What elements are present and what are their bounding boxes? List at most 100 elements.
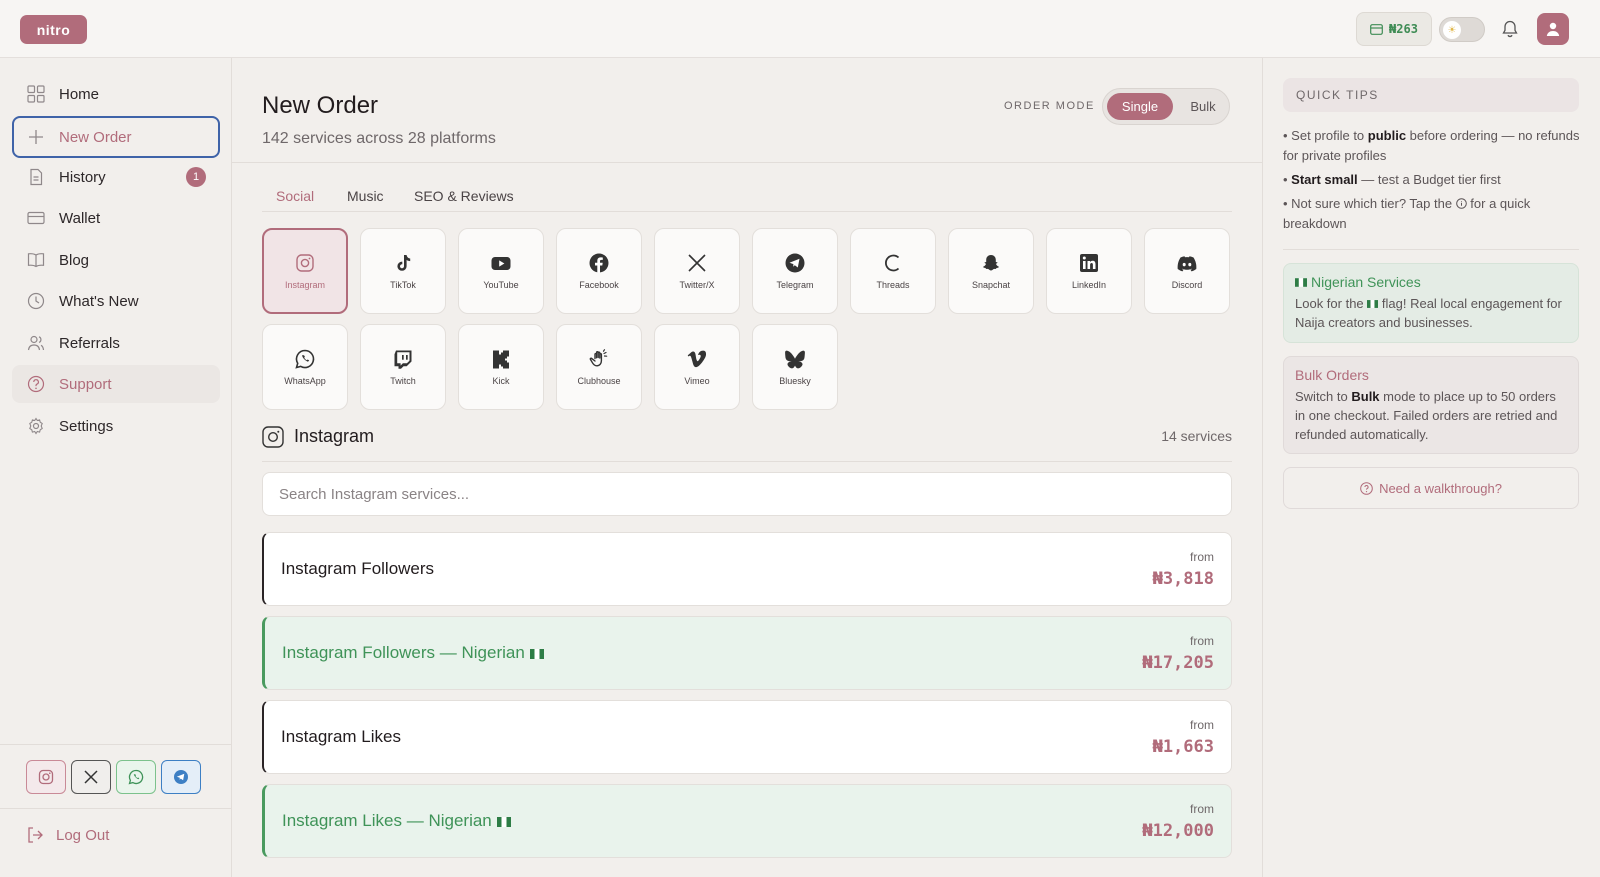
platform-clubhouse[interactable]: Clubhouse (556, 324, 642, 410)
card-text-emphasis: Bulk (1351, 389, 1380, 404)
logout-button[interactable]: Log Out (26, 826, 109, 844)
mode-bulk-button[interactable]: Bulk (1181, 93, 1225, 120)
vimeo-icon (687, 350, 707, 368)
linkedin-icon (1080, 254, 1098, 272)
platform-vimeo[interactable]: Vimeo (654, 324, 740, 410)
platform-label: Threads (876, 280, 910, 290)
platform-threads[interactable]: Threads (850, 228, 936, 314)
service-price: ₦17,205 (1142, 653, 1214, 673)
sidebar-item-wallet[interactable]: Wallet (12, 199, 220, 237)
sidebar-item-label: Settings (59, 417, 114, 435)
service-row-nigerian[interactable]: Instagram Likes — Nigerian from ₦12,000 (262, 784, 1232, 858)
service-name-wrap: Instagram Likes — Nigerian (282, 811, 511, 831)
platform-twitter-x[interactable]: Twitter/X (654, 228, 740, 314)
telegram-link[interactable] (161, 760, 201, 794)
platform-label: Twitter/X (679, 280, 715, 290)
platform-whatsapp[interactable]: WhatsApp (262, 324, 348, 410)
users-icon (27, 335, 45, 351)
tip-emphasis: Start small (1291, 172, 1358, 187)
platform-label: Clubhouse (577, 376, 621, 386)
platform-bluesky[interactable]: Bluesky (752, 324, 838, 410)
walkthrough-button[interactable]: Need a walkthrough? (1283, 467, 1579, 509)
platform-kick[interactable]: Kick (458, 324, 544, 410)
platform-telegram[interactable]: Telegram (752, 228, 838, 314)
service-row[interactable]: Instagram Followers from ₦3,818 (262, 532, 1232, 606)
service-row-nigerian[interactable]: Instagram Followers — Nigerian from ₦17,… (262, 616, 1232, 690)
platform-label: TikTok (390, 280, 416, 290)
sidebar-item-history[interactable]: History 1 (12, 158, 220, 196)
nigeria-flag-icon (529, 648, 544, 659)
platform-section-header: Instagram 14 services (262, 424, 1232, 462)
kick-icon (493, 350, 509, 369)
youtube-icon (491, 257, 511, 270)
platform-youtube[interactable]: YouTube (458, 228, 544, 314)
nigerian-services-card: Nigerian Services Look for the flag! Rea… (1283, 263, 1579, 343)
platform-twitch[interactable]: Twitch (360, 324, 446, 410)
document-icon (30, 168, 43, 186)
platform-linkedin[interactable]: LinkedIn (1046, 228, 1132, 314)
wallet-balance-chip[interactable]: ₦263 (1356, 12, 1432, 46)
tab-seo-reviews[interactable]: SEO & Reviews (414, 188, 514, 204)
platform-discord[interactable]: Discord (1144, 228, 1230, 314)
platform-facebook[interactable]: Facebook (556, 228, 642, 314)
card-title: Bulk Orders (1295, 367, 1369, 383)
telegram-icon (174, 770, 188, 784)
platform-label: Vimeo (684, 376, 710, 386)
nigeria-flag-icon (496, 816, 511, 827)
twitter-x-link[interactable] (71, 760, 111, 794)
header-divider (232, 162, 1262, 163)
sidebar-item-home[interactable]: Home (12, 75, 220, 113)
service-name: Instagram Followers — Nigerian (282, 643, 525, 662)
sidebar-item-new-order[interactable]: New Order (12, 116, 220, 158)
mode-single-button[interactable]: Single (1107, 93, 1173, 120)
user-avatar[interactable] (1537, 13, 1569, 45)
service-price: ₦12,000 (1142, 821, 1214, 841)
tab-divider (262, 211, 1232, 212)
sidebar-item-label: Referrals (59, 334, 120, 352)
instagram-icon (38, 769, 54, 785)
sidebar-item-label: History (59, 168, 106, 186)
logout-icon (28, 827, 43, 843)
gear-icon (29, 417, 43, 435)
card-text-part: Switch to (1295, 389, 1352, 404)
platform-label: LinkedIn (1071, 280, 1107, 290)
x-logo-icon (688, 254, 706, 272)
order-mode-switch: Single Bulk (1102, 88, 1230, 125)
card-text-part: Look for the (1295, 296, 1368, 311)
service-row[interactable]: Instagram Likes from ₦1,663 (262, 700, 1232, 774)
sidebar-divider (0, 808, 232, 809)
notification-bell-icon[interactable] (1500, 19, 1520, 39)
theme-toggle[interactable]: ☀ (1439, 17, 1485, 42)
main-content: New Order 142 services across 28 platfor… (232, 58, 1262, 877)
tips-divider (1283, 249, 1579, 250)
sidebar-item-support[interactable]: Support (12, 365, 220, 403)
platform-snapchat[interactable]: Snapchat (948, 228, 1034, 314)
book-icon (27, 253, 45, 268)
tab-music[interactable]: Music (347, 188, 384, 204)
instagram-link[interactable] (26, 760, 66, 794)
service-price: ₦3,818 (1152, 569, 1214, 589)
nitro-logo[interactable]: nitro (20, 15, 87, 44)
card-text: Look for the flag! Real local engagement… (1295, 294, 1567, 332)
info-icon (1455, 198, 1467, 209)
card-text: Switch to Bulk mode to place up to 50 or… (1295, 387, 1567, 444)
card-title-wrap: Nigerian Services (1295, 274, 1567, 290)
service-search-input[interactable] (262, 472, 1232, 516)
whatsapp-link[interactable] (116, 760, 156, 794)
sidebar-item-whats-new[interactable]: What's New (12, 282, 220, 320)
instagram-icon (296, 254, 314, 272)
sidebar-item-blog[interactable]: Blog (12, 241, 220, 279)
platform-instagram[interactable]: Instagram (262, 228, 348, 314)
card-icon (27, 211, 45, 225)
bulk-orders-card: Bulk Orders Switch to Bulk mode to place… (1283, 356, 1579, 454)
service-name: Instagram Likes (281, 727, 401, 746)
platform-tiktok[interactable]: TikTok (360, 228, 446, 314)
nigeria-flag-icon (1367, 300, 1379, 308)
instagram-icon (262, 426, 284, 448)
tab-social[interactable]: Social (276, 188, 314, 204)
sidebar-item-label: New Order (59, 128, 132, 146)
platform-label: Bluesky (779, 376, 811, 386)
tip-text: — test a Budget tier first (1357, 172, 1501, 187)
sidebar-item-settings[interactable]: Settings (12, 407, 220, 445)
sidebar-item-referrals[interactable]: Referrals (12, 324, 220, 362)
